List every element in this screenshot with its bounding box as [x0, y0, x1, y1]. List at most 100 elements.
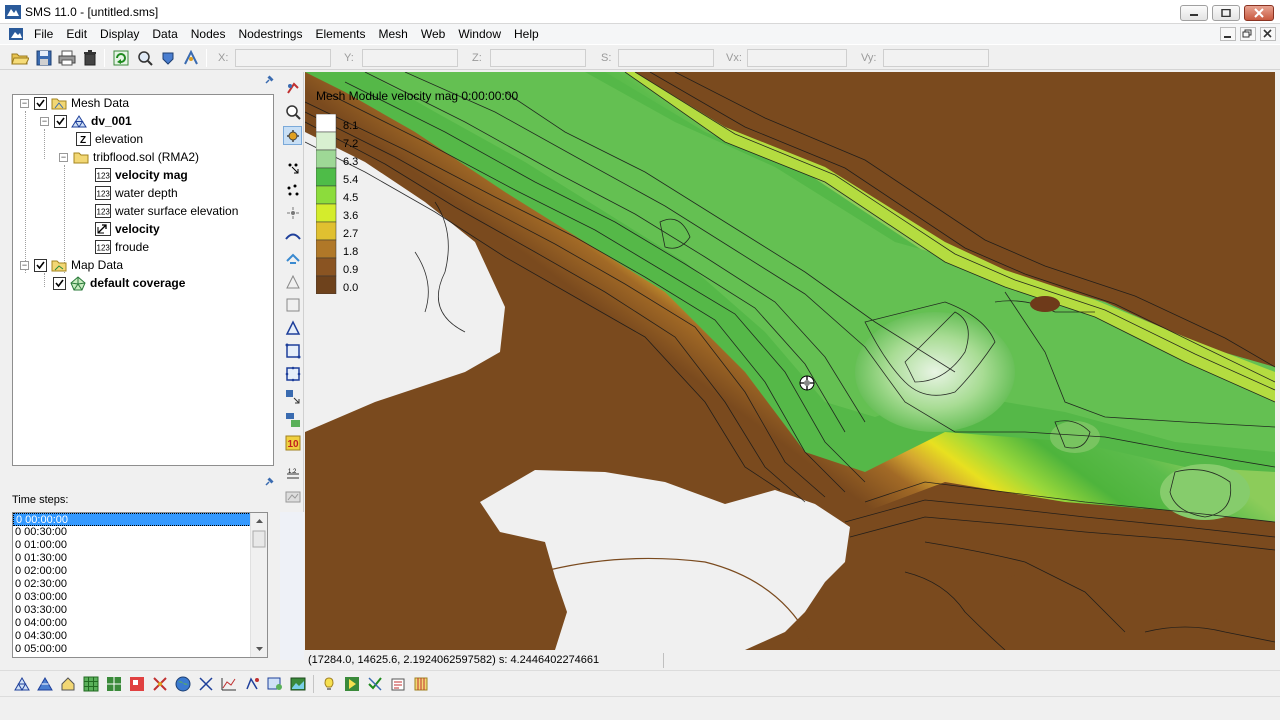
close-button[interactable] — [1244, 5, 1274, 21]
collapse-icon[interactable]: − — [20, 260, 29, 270]
select-element-icon[interactable] — [283, 272, 302, 291]
mdi-close-button[interactable] — [1260, 27, 1276, 41]
menu-elements[interactable]: Elements — [309, 24, 372, 44]
bulb-icon[interactable] — [319, 674, 339, 694]
time-step-item[interactable]: 0 04:00:00 — [13, 617, 251, 630]
time-step-item[interactable]: 0 05:00:00 — [13, 643, 251, 656]
scatter-grid-icon[interactable] — [104, 674, 124, 694]
checkbox[interactable] — [34, 96, 47, 110]
plot-icon[interactable] — [219, 674, 239, 694]
mdi-minimize-button[interactable] — [1220, 27, 1236, 41]
create-quad8-icon[interactable] — [283, 364, 302, 383]
menu-file[interactable]: File — [28, 24, 60, 44]
delete-icon[interactable] — [80, 48, 100, 68]
rotate-icon[interactable] — [283, 126, 302, 145]
raster-icon[interactable] — [127, 674, 147, 694]
vx-coord-field[interactable] — [747, 49, 847, 67]
time-step-item[interactable]: 0 02:00:00 — [13, 565, 251, 578]
cartesian-grid-icon[interactable] — [81, 674, 101, 694]
tree-water-depth[interactable]: 123 water depth — [95, 185, 178, 201]
zoom-frame-icon[interactable] — [135, 48, 155, 68]
time-step-item[interactable]: 0 01:30:00 — [13, 552, 251, 565]
checkbox[interactable] — [54, 114, 67, 128]
minimize-button[interactable] — [1180, 5, 1208, 21]
map-tool-icon[interactable] — [150, 674, 170, 694]
tree-elevation[interactable]: Z elevation — [75, 131, 143, 147]
menu-help[interactable]: Help — [508, 24, 546, 44]
menu-edit[interactable]: Edit — [60, 24, 94, 44]
model-control-icon[interactable] — [388, 674, 408, 694]
time-step-item[interactable]: 0 00:00:00 — [13, 513, 251, 526]
vy-coord-field[interactable] — [883, 49, 989, 67]
tree-solution-folder[interactable]: − tribflood.sol (RMA2) — [59, 149, 199, 165]
tree-froude[interactable]: 123 froude — [95, 239, 149, 255]
particle-icon[interactable] — [196, 674, 216, 694]
layers-icon[interactable] — [411, 674, 431, 694]
graphics-window[interactable]: Mesh Module velocity mag 0:00:00:00 8.1 7… — [305, 72, 1275, 650]
tree-velocity[interactable]: velocity — [95, 221, 160, 237]
time-steps-list[interactable]: 0 00:00:00 0 00:30:00 0 01:00:00 0 01:30… — [12, 512, 268, 658]
open-folder-icon[interactable] — [10, 48, 30, 68]
create-nodestring-icon[interactable] — [283, 249, 302, 268]
y-coord-field[interactable] — [362, 49, 458, 67]
maximize-button[interactable] — [1212, 5, 1240, 21]
create-quad-icon[interactable] — [283, 341, 302, 360]
collapse-icon[interactable]: − — [59, 152, 68, 162]
pan-icon[interactable] — [283, 79, 302, 98]
model-check-icon[interactable] — [365, 674, 385, 694]
mesh-module-icon[interactable] — [12, 674, 32, 694]
run-model-icon[interactable] — [342, 674, 362, 694]
get-data-icon[interactable] — [158, 48, 178, 68]
refresh-icon[interactable] — [111, 48, 131, 68]
step-icon[interactable] — [181, 48, 201, 68]
time-steps-scrollbar[interactable] — [250, 513, 267, 657]
gis-icon[interactable] — [265, 674, 285, 694]
checkbox[interactable] — [53, 276, 66, 290]
time-step-item[interactable]: 0 00:30:00 — [13, 526, 251, 539]
print-icon[interactable] — [57, 48, 77, 68]
pin-icon[interactable] — [264, 74, 274, 84]
tree-map-data[interactable]: − Map Data — [20, 257, 123, 273]
collapse-icon[interactable]: − — [20, 98, 29, 108]
contour-labels-icon[interactable]: 10 — [283, 433, 302, 452]
image-icon[interactable] — [288, 674, 308, 694]
annotation-icon[interactable] — [242, 674, 262, 694]
create-node-icon[interactable] — [283, 203, 302, 222]
menu-display[interactable]: Display — [94, 24, 146, 44]
x-coord-field[interactable] — [235, 49, 331, 67]
menu-data[interactable]: Data — [146, 24, 184, 44]
select-nodes-icon[interactable] — [283, 180, 302, 199]
menu-web[interactable]: Web — [415, 24, 452, 44]
grid-module-icon[interactable] — [35, 674, 55, 694]
select-quad-icon[interactable] — [283, 295, 302, 314]
save-icon[interactable] — [34, 48, 54, 68]
tree-default-coverage[interactable]: default coverage — [53, 275, 185, 291]
time-step-item[interactable]: 0 03:00:00 — [13, 591, 251, 604]
time-step-item[interactable]: 0 04:30:00 — [13, 630, 251, 643]
select-mesh-icon[interactable] — [283, 387, 302, 406]
display-options-icon[interactable] — [283, 487, 302, 506]
velocity-contour-map[interactable] — [305, 72, 1275, 650]
tree-mesh-dv001[interactable]: − dv_001 — [40, 113, 132, 129]
s-coord-field[interactable] — [618, 49, 714, 67]
measure-icon[interactable]: 1.2 — [283, 464, 302, 483]
tree-water-surface-elevation[interactable]: 123 water surface elevation — [95, 203, 238, 219]
globe-icon[interactable] — [173, 674, 193, 694]
create-triangle-icon[interactable] — [283, 318, 302, 337]
time-step-item[interactable]: 0 02:30:00 — [13, 578, 251, 591]
transform-icon[interactable] — [283, 410, 302, 429]
tree-velocity-mag[interactable]: 123 velocity mag — [95, 167, 188, 183]
tree-mesh-data[interactable]: − Mesh Data — [20, 95, 129, 111]
time-step-item[interactable]: 0 01:00:00 — [13, 539, 251, 552]
pin-icon[interactable] — [264, 476, 274, 486]
collapse-icon[interactable]: − — [40, 116, 49, 126]
menu-window[interactable]: Window — [452, 24, 508, 44]
nodestring-icon[interactable] — [283, 226, 302, 245]
z-coord-field[interactable] — [490, 49, 586, 67]
menu-mesh[interactable]: Mesh — [373, 24, 415, 44]
menu-nodestrings[interactable]: Nodestrings — [232, 24, 309, 44]
checkbox[interactable] — [34, 258, 47, 272]
document-icon[interactable] — [8, 26, 24, 42]
select-node-icon[interactable] — [283, 158, 302, 177]
zoom-icon[interactable] — [283, 102, 302, 121]
